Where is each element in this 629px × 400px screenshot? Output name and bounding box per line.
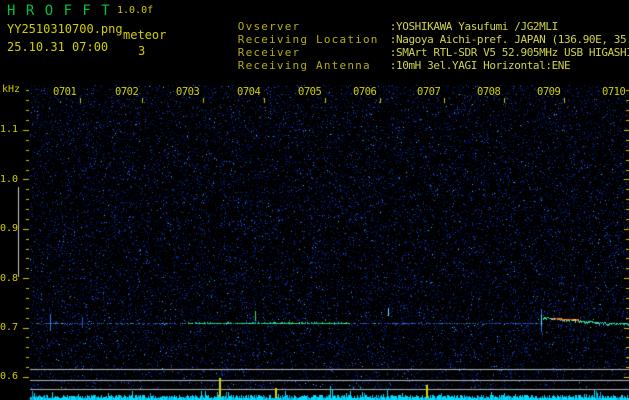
time-tick-label: 0705: [298, 86, 322, 98]
freq-tick-label: 0.8: [0, 273, 19, 284]
freq-tick-label: 0.9: [0, 223, 19, 234]
time-tick-label: 0709: [537, 86, 561, 98]
output-filename: YY2510310700.png: [7, 22, 123, 36]
meteor-count: 3: [138, 44, 146, 58]
mode-label: meteor: [123, 28, 167, 42]
freq-tick-label: 0.7: [0, 322, 19, 333]
freq-tick-label: 1.0: [0, 174, 19, 185]
time-tick-label: 0710: [602, 86, 626, 98]
time-tick-label: 0701: [53, 86, 77, 98]
time-tick-label: 0703: [176, 86, 200, 98]
station-info: Ovserver:YOSHIKAWA Yasufumi /JG2MLI Rece…: [180, 5, 629, 72]
frame-datetime: 25.10.31 07:00: [7, 40, 109, 54]
time-tick-label: 0707: [417, 86, 441, 98]
time-tick-label: 0706: [353, 86, 377, 98]
info-row-observer: Ovserver:YOSHIKAWA Yasufumi /JG2MLI: [180, 5, 629, 33]
app-title: H R O F F T: [7, 3, 111, 19]
time-tick-label: 0704: [237, 86, 261, 98]
freq-tick-label: 1.1: [0, 124, 19, 135]
time-tick-label: 0708: [477, 86, 501, 98]
info-label: Receiving Antenna: [237, 59, 371, 72]
info-value: :10mH 3el.YAGI Horizontal:ENE: [389, 59, 571, 72]
hrofft-screen: H R O F F T 1.0.0f YY2510310700.png mete…: [0, 0, 629, 400]
freq-axis-unit: kHz: [2, 84, 21, 95]
app-version: 1.0.0f: [117, 5, 154, 16]
freq-tick-label: 0.6: [0, 371, 19, 382]
time-tick-label: 0702: [115, 86, 139, 98]
